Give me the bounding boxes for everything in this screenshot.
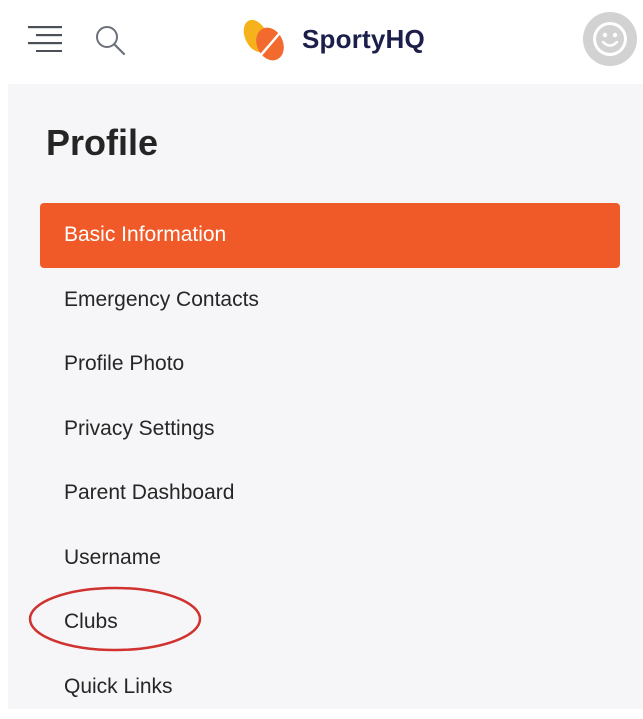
menu-item-emergency-contacts[interactable]: Emergency Contacts xyxy=(40,268,620,333)
sportyhq-logo[interactable]: SportyHQ xyxy=(240,16,425,62)
smiley-avatar-icon[interactable] xyxy=(582,11,638,67)
menu-item-parent-dashboard[interactable]: Parent Dashboard xyxy=(40,461,620,526)
menu-item-quick-links[interactable]: Quick Links xyxy=(40,655,620,719)
hamburger-menu-icon[interactable] xyxy=(28,24,62,52)
menu-item-profile-photo[interactable]: Profile Photo xyxy=(40,332,620,397)
menu-item-privacy-settings[interactable]: Privacy Settings xyxy=(40,397,620,462)
profile-panel: Profile Basic Information Emergency Cont… xyxy=(8,84,643,709)
page-title: Profile xyxy=(46,122,158,164)
brand-name: SportyHQ xyxy=(302,24,425,55)
sportyhq-logo-mark-icon xyxy=(240,16,294,62)
menu-item-clubs[interactable]: Clubs xyxy=(40,590,620,655)
top-navigation-bar: SportyHQ xyxy=(0,0,643,82)
profile-menu: Basic Information Emergency Contacts Pro… xyxy=(40,203,620,719)
menu-item-username[interactable]: Username xyxy=(40,526,620,591)
search-icon[interactable] xyxy=(94,24,126,56)
menu-item-basic-information[interactable]: Basic Information xyxy=(40,203,620,268)
